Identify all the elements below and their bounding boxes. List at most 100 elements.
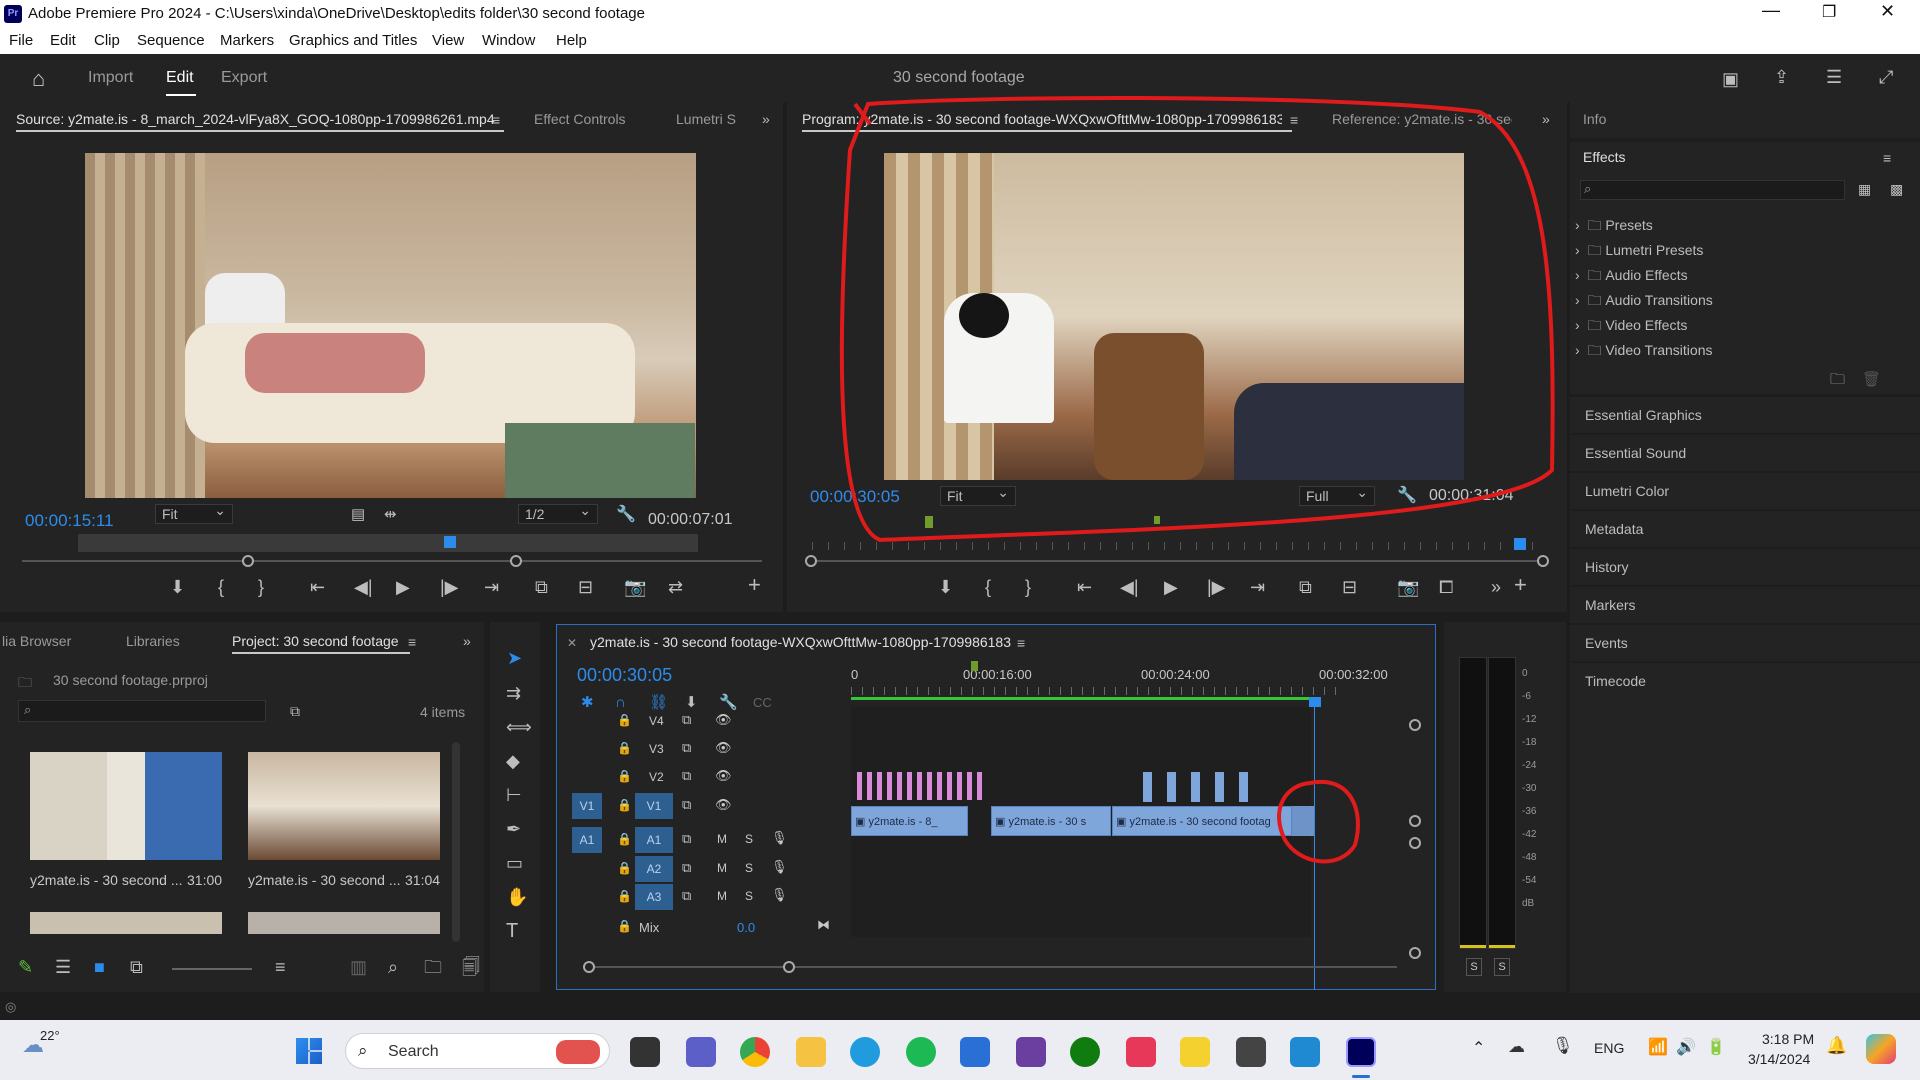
source-playhead[interactable] [444, 536, 456, 548]
panel-history[interactable]: History [1570, 549, 1920, 585]
program-more-icon[interactable]: » [1491, 578, 1501, 596]
project-more-tabs-icon[interactable]: » [463, 632, 471, 650]
mark-out-icon[interactable]: } [258, 578, 264, 596]
eye-icon[interactable]: 👁 [715, 797, 732, 813]
program-play-icon[interactable]: ▶ [1164, 578, 1178, 596]
panel-essential-graphics[interactable]: Essential Graphics [1570, 397, 1920, 433]
share-icon[interactable]: ⇪ [1774, 68, 1789, 86]
spotify-icon[interactable] [906, 1037, 936, 1067]
menu-sequence[interactable]: Sequence [137, 32, 205, 49]
writable-pencil-icon[interactable]: ✎ [18, 958, 33, 976]
program-settings-wrench-icon[interactable]: 🔧 [1397, 487, 1417, 505]
clip-v1-3[interactable]: ▣ y2mate.is - 30 second footag [1112, 806, 1292, 836]
vscode-icon[interactable] [1290, 1037, 1320, 1067]
find-icon[interactable]: ⌕ [388, 958, 398, 976]
meter-solo-right[interactable]: S [1494, 958, 1510, 976]
effects-folder-video-transitions[interactable]: › 🗀 Video Transitions [1575, 340, 1712, 364]
clock-time[interactable]: 3:18 PM [1762, 1031, 1814, 1047]
program-more-tabs-icon[interactable]: » [1542, 110, 1550, 128]
overwrite-icon[interactable]: ⊟ [578, 578, 593, 596]
language-indicator[interactable]: ENG [1594, 1040, 1624, 1056]
program-zoom-handle-left[interactable] [805, 555, 817, 567]
program-add-button-icon[interactable]: + [1514, 574, 1527, 596]
menu-view[interactable]: View [432, 32, 464, 49]
timeline-playhead-head[interactable] [1309, 697, 1321, 707]
source-patch-v1[interactable]: V1 [572, 793, 602, 819]
tab-source[interactable]: Source: y2mate.is - 8_march_2024-vlFya8X… [16, 111, 495, 127]
insert-icon[interactable]: ⧉ [535, 578, 548, 596]
tab-lumetri[interactable]: Lumetri S [676, 111, 736, 127]
resolution-dropdown[interactable]: 1/2 [518, 502, 598, 524]
meter-solo-left[interactable]: S [1466, 958, 1482, 976]
sequence-marker[interactable] [971, 661, 978, 671]
volume-icon[interactable]: 🔊 [1676, 1037, 1696, 1057]
sync-lock-icon[interactable]: ⧉ [682, 768, 691, 784]
list-view-icon[interactable]: ☰ [55, 958, 71, 976]
project-menu-icon[interactable]: ≡ [408, 633, 416, 651]
lock-icon[interactable]: 🔒 [617, 741, 632, 755]
program-time-ruler[interactable] [812, 542, 1542, 550]
mic-icon[interactable]: 🎙 [771, 859, 788, 875]
chrome-icon[interactable] [740, 1037, 770, 1067]
new-search-bin-icon[interactable]: ⧉ [290, 702, 300, 720]
source-time-ruler[interactable] [78, 534, 698, 552]
clock-date[interactable]: 3/14/2024 [1748, 1051, 1810, 1067]
timeline-hscroll-left[interactable] [583, 961, 595, 973]
timeline-hscroll-right[interactable] [783, 961, 795, 973]
tab-reference[interactable]: Reference: y2mate.is - 30 sec [1332, 111, 1512, 127]
program-go-to-in-icon[interactable]: ⇤ [1077, 578, 1092, 596]
panel-lumetri-color[interactable]: Lumetri Color [1570, 473, 1920, 509]
timeline-vscroll-handle-top[interactable] [1409, 719, 1421, 731]
effects-folder-audio-effects[interactable]: › 🗀 Audio Effects [1575, 265, 1688, 289]
freeform-view-icon[interactable]: ⧉ [130, 958, 143, 976]
zoom-handle-right[interactable] [510, 555, 522, 567]
zoom-handle-left[interactable] [242, 555, 254, 567]
show-hidden-icons[interactable]: ⌃ [1472, 1038, 1485, 1058]
timeline-playhead-line[interactable] [1314, 705, 1315, 990]
program-fit-dropdown[interactable]: Fit [940, 484, 1016, 506]
timeline-vscroll-handle-mid[interactable] [1409, 815, 1421, 827]
sync-lock-icon[interactable]: ⧉ [682, 888, 691, 904]
mute-button[interactable]: M [717, 861, 727, 875]
more-tabs-icon[interactable]: » [762, 110, 770, 128]
info-title[interactable]: Info [1583, 111, 1606, 127]
selection-tool-icon[interactable]: ➤ [507, 649, 522, 667]
program-zoom-handle-right[interactable] [1537, 555, 1549, 567]
go-to-out-icon[interactable]: ⇥ [484, 578, 499, 596]
lock-icon[interactable]: 🔒 [617, 713, 632, 727]
track-target-a3[interactable]: A3 [635, 884, 673, 910]
status-icon[interactable]: ◎ [5, 999, 16, 1015]
accelerated-effects-icon[interactable]: ▦ [1858, 180, 1871, 198]
file-explorer-icon[interactable] [796, 1037, 826, 1067]
v2-pink-clips[interactable] [857, 772, 987, 800]
automate-icon[interactable]: ▥ [350, 958, 367, 976]
mute-button[interactable]: M [717, 832, 727, 846]
new-item-icon[interactable]: 🗐 [462, 958, 480, 976]
source-fit-dropdown[interactable]: Fit [155, 502, 233, 524]
mic-icon[interactable]: 🎙 [771, 887, 788, 903]
sync-lock-icon[interactable]: ⧉ [682, 860, 691, 876]
eye-icon[interactable]: 👁 [715, 712, 732, 728]
go-to-in-icon[interactable]: ⇤ [310, 578, 325, 596]
program-step-forward-icon[interactable]: |▶ [1207, 578, 1226, 596]
timeline-vscroll-handle-mid2[interactable] [1409, 837, 1421, 849]
new-bin-project-icon[interactable]: 🗀 [424, 958, 442, 976]
teams-icon[interactable] [686, 1037, 716, 1067]
marker-green-2[interactable] [1154, 516, 1160, 524]
solo-button[interactable]: S [745, 832, 753, 846]
mix-value[interactable]: 0.0 [737, 920, 755, 935]
tab-program[interactable]: Program: y2mate.is - 30 second footage-W… [802, 111, 1282, 127]
track-select-tool-icon[interactable]: ⇉ [506, 684, 521, 702]
clip-v1-2[interactable]: ▣ y2mate.is - 30 s [991, 806, 1111, 836]
mute-button[interactable]: M [717, 889, 727, 903]
lock-icon[interactable]: 🔒 [617, 889, 632, 903]
edge-icon[interactable] [850, 1037, 880, 1067]
source-timecode[interactable]: 00:00:15:11 [25, 511, 114, 531]
effects-folder-video-effects[interactable]: › 🗀 Video Effects [1575, 315, 1687, 339]
play-icon[interactable]: ▶ [396, 578, 410, 596]
lock-icon[interactable]: 🔒 [617, 919, 632, 933]
tab-import[interactable]: Import [88, 69, 133, 87]
program-panel-menu-icon[interactable]: ≡ [1290, 111, 1298, 129]
source-patch-a1[interactable]: A1 [572, 827, 602, 853]
program-go-to-out-icon[interactable]: ⇥ [1250, 578, 1265, 596]
